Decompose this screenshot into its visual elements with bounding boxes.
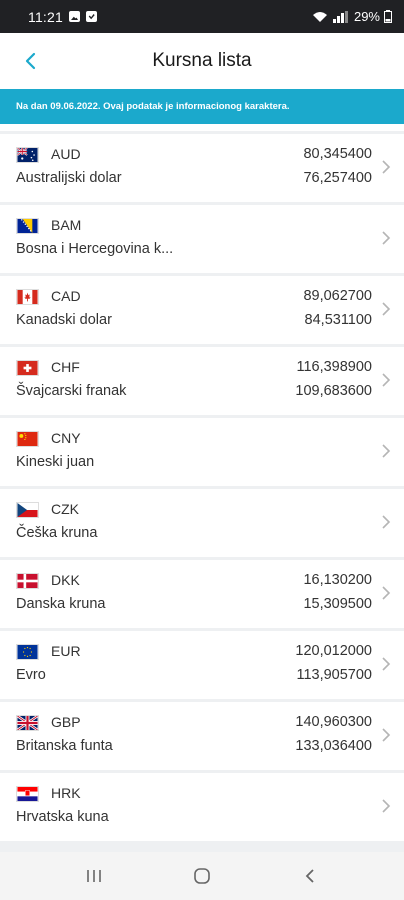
recent-apps-icon (87, 870, 101, 882)
currency-name: Kineski juan (16, 454, 95, 470)
buy-rate: 16,130200 (303, 572, 372, 588)
app-header: Kursna lista (0, 33, 404, 89)
chevron-right-icon (382, 515, 391, 529)
gallery-notification-icon (69, 11, 80, 22)
currency-name: Švajcarski franak (16, 383, 127, 399)
china-flag-icon (16, 431, 39, 447)
sell-rate: 113,905700 (296, 667, 372, 683)
currency-list[interactable]: AUD Australijski dolar 80,345400 76,2574… (0, 124, 404, 852)
back-button[interactable] (14, 45, 46, 77)
sell-rate: 15,309500 (303, 596, 372, 612)
system-nav-bar (0, 852, 404, 900)
chevron-left-icon (25, 52, 36, 70)
currency-code: EUR (51, 643, 81, 659)
denmark-flag-icon (16, 573, 39, 589)
chevron-right-icon (382, 799, 391, 813)
currency-code: CNY (51, 430, 81, 446)
sell-rate: 84,531100 (304, 312, 372, 328)
list-top-spacer (0, 124, 404, 134)
sell-rate: 133,036400 (295, 738, 372, 754)
status-bar: 11:21 29% (0, 0, 404, 33)
home-button[interactable] (172, 856, 232, 896)
chevron-right-icon (382, 231, 391, 245)
switzerland-flag-icon (16, 360, 39, 376)
currency-code: CZK (51, 501, 79, 517)
buy-rate: 80,345400 (303, 146, 372, 162)
currency-code: AUD (51, 146, 81, 162)
download-notification-icon (86, 11, 97, 22)
battery-icon (384, 10, 392, 23)
currency-row-cny[interactable]: CNY Kineski juan (0, 418, 404, 486)
home-icon (194, 868, 210, 884)
currency-code: HRK (51, 785, 81, 801)
currency-row-czk[interactable]: CZK Češka kruna (0, 489, 404, 557)
currency-name: Danska kruna (16, 596, 106, 612)
croatia-flag-icon (16, 786, 39, 802)
currency-name: Britanska funta (16, 738, 113, 754)
currency-name: Kanadski dolar (16, 312, 112, 328)
chevron-right-icon (382, 657, 391, 671)
back-nav-icon (305, 869, 314, 883)
canada-flag-icon (16, 289, 39, 305)
australia-flag-icon (16, 147, 39, 163)
eu-flag-icon (16, 644, 39, 660)
currency-name: Evro (16, 667, 46, 683)
chevron-right-icon (382, 373, 391, 387)
currency-code: DKK (51, 572, 80, 588)
currency-row-chf[interactable]: CHF Švajcarski franak 116,398900 109,683… (0, 347, 404, 415)
buy-rate: 140,960300 (295, 714, 372, 730)
currency-code: CHF (51, 359, 80, 375)
currency-name: Bosna i Hercegovina k... (16, 241, 174, 257)
recent-apps-button[interactable] (64, 856, 124, 896)
currency-row-cad[interactable]: CAD Kanadski dolar 89,062700 84,531100 (0, 276, 404, 344)
currency-name: Australijski dolar (16, 170, 122, 186)
chevron-right-icon (382, 302, 391, 316)
currency-row-hrk[interactable]: HRK Hrvatska kuna (0, 773, 404, 841)
chevron-right-icon (382, 160, 391, 174)
status-time: 11:21 (28, 8, 63, 25)
czech-flag-icon (16, 502, 39, 518)
sell-rate: 76,257400 (303, 170, 372, 186)
wifi-icon (312, 11, 328, 23)
currency-code: CAD (51, 288, 81, 304)
currency-code: BAM (51, 217, 82, 233)
chevron-right-icon (382, 444, 391, 458)
currency-name: Hrvatska kuna (16, 809, 109, 825)
info-banner: Na dan 09.06.2022. Ovaj podatak je infor… (0, 89, 404, 124)
currency-name: Češka kruna (16, 525, 98, 541)
currency-row-bam[interactable]: BAM Bosna i Hercegovina k... (0, 205, 404, 273)
sell-rate: 109,683600 (295, 383, 372, 399)
currency-row-dkk[interactable]: DKK Danska kruna 16,130200 15,309500 (0, 560, 404, 628)
page-title: Kursna lista (152, 50, 252, 71)
currency-row-aud[interactable]: AUD Australijski dolar 80,345400 76,2574… (0, 134, 404, 202)
chevron-right-icon (382, 586, 391, 600)
battery-percent: 29% (353, 9, 380, 24)
currency-row-gbp[interactable]: GBP Britanska funta 140,960300 133,03640… (0, 702, 404, 770)
chevron-right-icon (382, 728, 391, 742)
signal-icon (332, 10, 350, 23)
currency-row-eur[interactable]: EUR Evro 120,012000 113,905700 (0, 631, 404, 699)
buy-rate: 89,062700 (303, 288, 372, 304)
back-nav-button[interactable] (280, 856, 340, 896)
bosnia-flag-icon (16, 218, 39, 234)
buy-rate: 120,012000 (295, 643, 372, 659)
buy-rate: 116,398900 (296, 359, 372, 375)
currency-code: GBP (51, 714, 81, 730)
uk-flag-icon (16, 715, 39, 731)
banner-text: Na dan 09.06.2022. Ovaj podatak je infor… (16, 101, 290, 112)
